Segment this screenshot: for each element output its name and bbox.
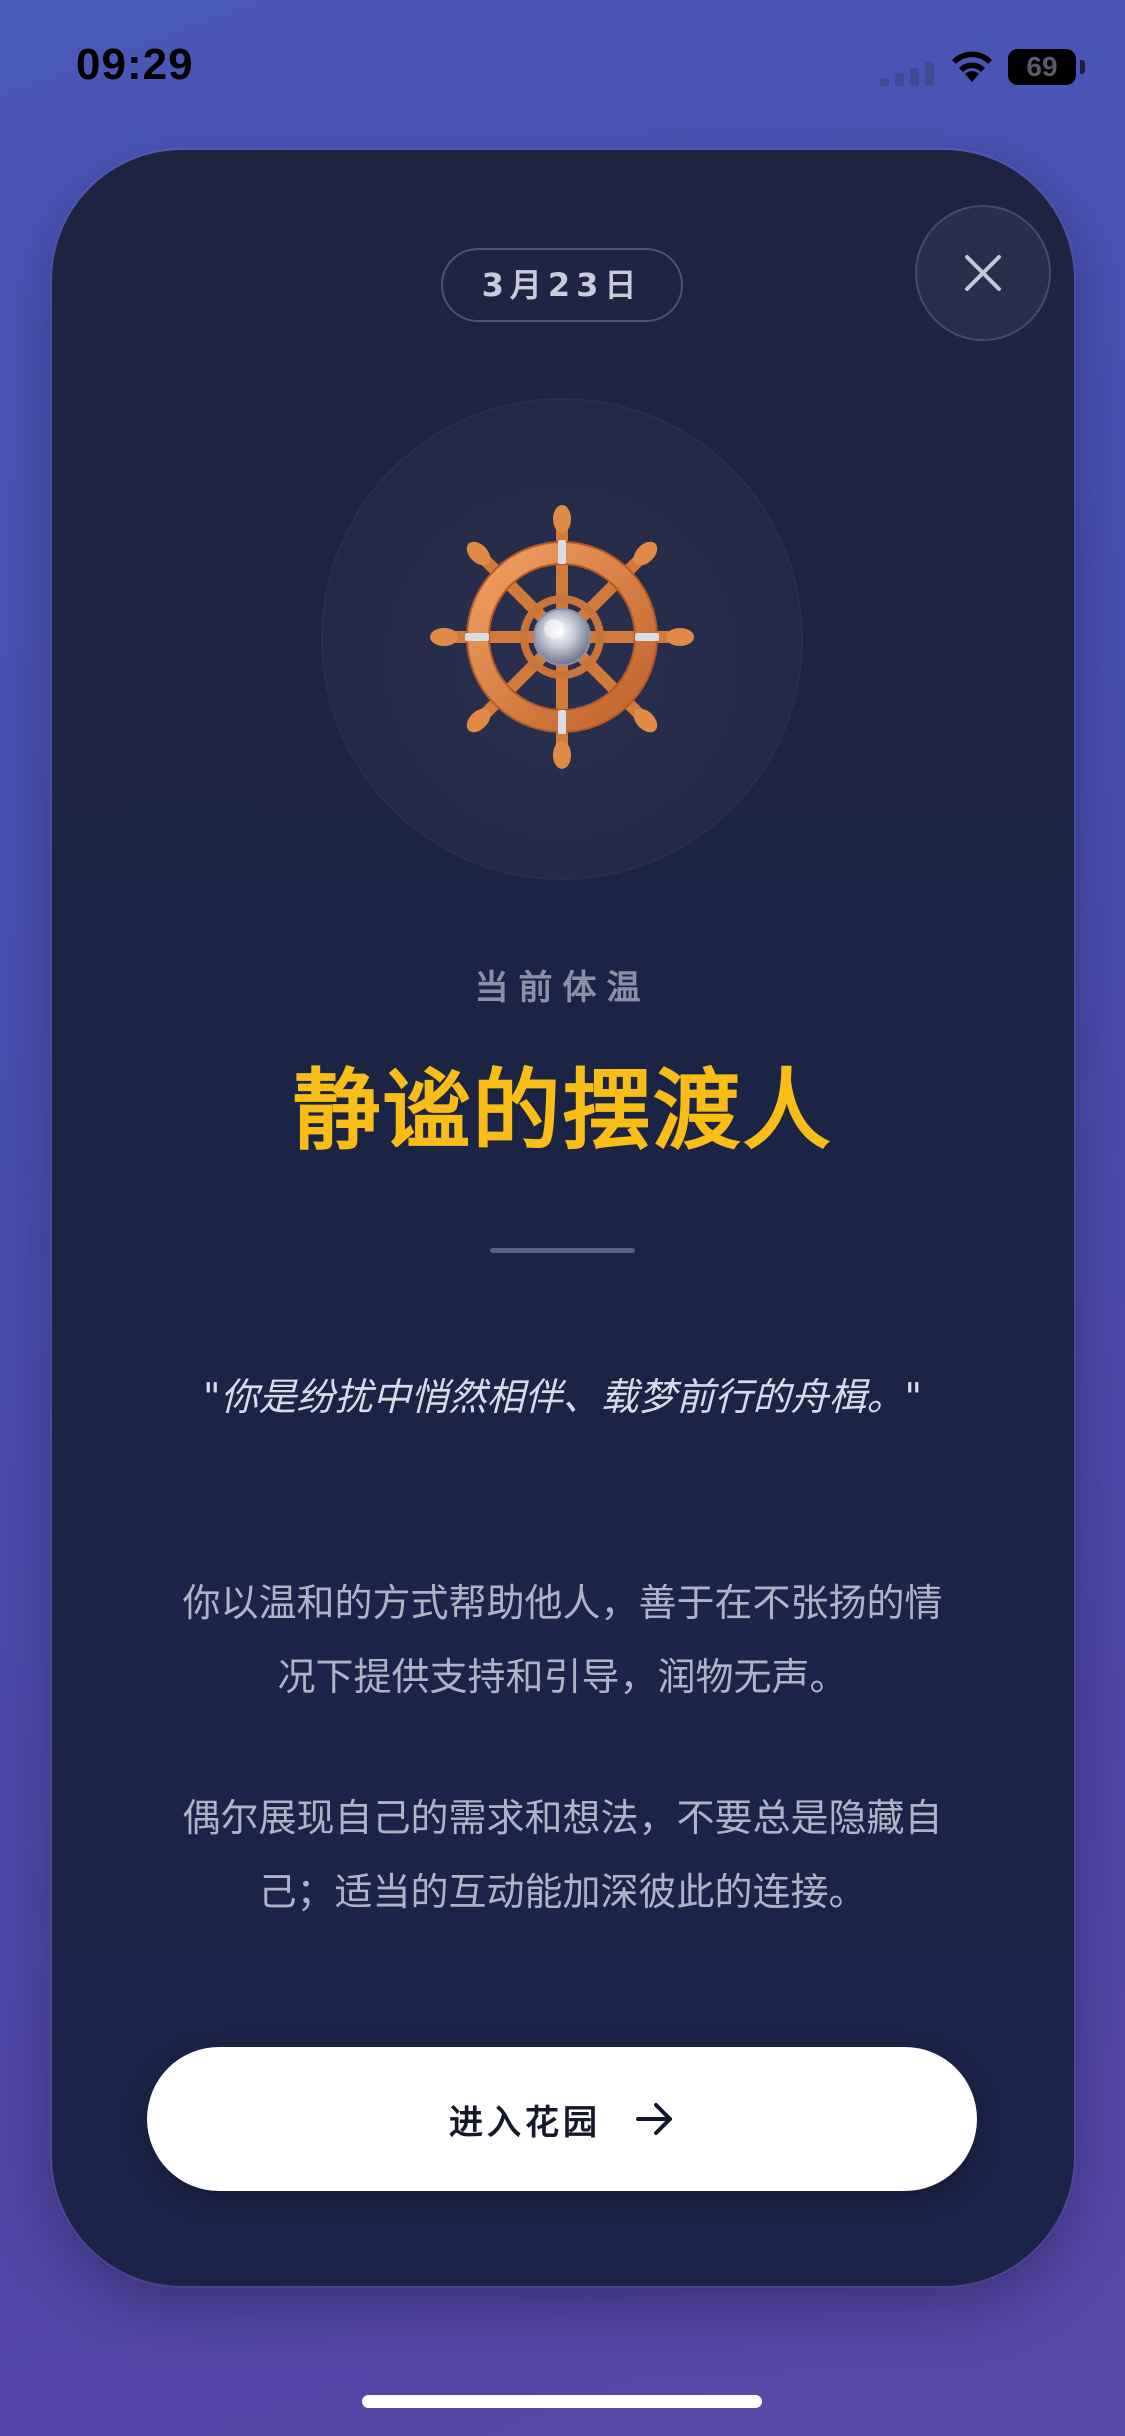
status-bar: 09:29 69 [0, 0, 1125, 140]
description-paragraph: 你以温和的方式帮助他人，善于在不张扬的情况下提供支持和引导，润物无声。 [182, 1581, 943, 1699]
quote-text: "你是纷扰中悄然相伴、载梦前行的舟楫。" [203, 1375, 922, 1419]
enter-garden-label: 进入花园 [449, 2102, 601, 2143]
ship-wheel-icon [430, 505, 694, 769]
close-button[interactable] [915, 205, 1051, 341]
battery-level: 69 [1026, 51, 1058, 82]
battery-icon: 69 [1008, 49, 1076, 85]
divider [490, 1248, 635, 1253]
cellular-signal-icon [880, 62, 934, 86]
status-time: 09:29 [76, 40, 194, 89]
status-label: 当前体温 [474, 968, 651, 1008]
home-indicator[interactable] [362, 2395, 762, 2408]
arrow-right-icon [636, 2103, 672, 2135]
date-badge: 3月23日 [441, 248, 683, 322]
advice-paragraph: 偶尔展现自己的需求和想法，不要总是隐藏自己；适当的互动能加深彼此的连接。 [182, 1796, 943, 1914]
result-title: 静谧的摆渡人 [292, 1059, 833, 1162]
wifi-icon [952, 51, 992, 82]
battery-cap [1080, 60, 1085, 74]
close-icon [965, 255, 1001, 291]
enter-garden-button[interactable]: 进入花园 [147, 2047, 977, 2191]
